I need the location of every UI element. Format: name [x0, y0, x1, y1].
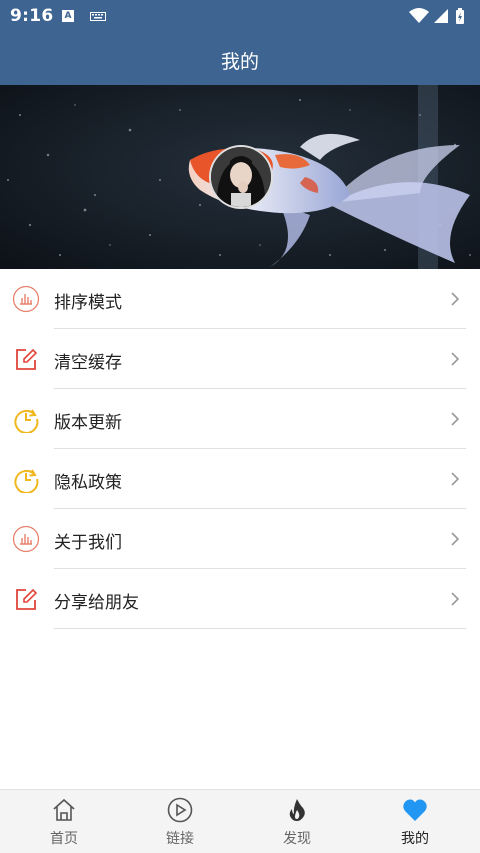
bar-chart-icon	[12, 285, 40, 313]
avatar-photo	[211, 147, 271, 207]
bar-chart-icon	[12, 525, 40, 553]
signal-icon	[434, 9, 448, 23]
menu-label: 关于我们	[54, 533, 122, 553]
menu-label: 分享给朋友	[54, 593, 139, 613]
heart-icon	[403, 799, 427, 821]
status-indicators	[409, 8, 464, 24]
nav-label: 发现	[283, 831, 311, 847]
keyboard-icon	[90, 12, 106, 21]
nav-label: 我的	[401, 831, 429, 847]
nav-tab-mine[interactable]: 我的	[355, 790, 475, 853]
menu-label: 隐私政策	[54, 473, 122, 493]
app-bar: 我的	[0, 32, 480, 85]
nav-label: 链接	[166, 831, 194, 847]
wifi-icon	[409, 8, 429, 23]
menu-label: 版本更新	[54, 413, 122, 433]
menu-item-sort-mode[interactable]: 排序模式	[0, 269, 480, 329]
edit-icon	[16, 348, 38, 370]
menu-item-privacy-policy[interactable]: 隐私政策	[0, 449, 480, 509]
bottom-navigation: 首页 链接 发现 我的	[0, 789, 480, 853]
chevron-right-icon	[451, 292, 460, 306]
nav-label: 首页	[50, 831, 78, 847]
battery-icon	[456, 8, 464, 24]
menu-label: 排序模式	[54, 293, 122, 313]
chevron-right-icon	[451, 412, 460, 426]
settings-menu: 排序模式 清空缓存 版本更新 隐私政策 关于我们 分享给朋友	[0, 269, 480, 629]
menu-item-about-us[interactable]: 关于我们	[0, 509, 480, 569]
nav-tab-home[interactable]: 首页	[4, 790, 124, 853]
status-bar: 9:16 A	[0, 0, 480, 32]
page-title: 我的	[220, 51, 259, 73]
status-time: 9:16	[10, 6, 54, 26]
chevron-right-icon	[451, 532, 460, 546]
chevron-right-icon	[451, 592, 460, 606]
flame-icon	[289, 799, 305, 821]
menu-item-version-update[interactable]: 版本更新	[0, 389, 480, 449]
nav-tab-links[interactable]: 链接	[120, 790, 240, 853]
edit-icon	[16, 588, 38, 610]
home-icon	[53, 798, 75, 821]
clock-refresh-icon	[14, 409, 39, 433]
chevron-right-icon	[451, 352, 460, 366]
avatar[interactable]	[209, 145, 273, 209]
profile-banner	[0, 85, 480, 269]
input-method-icon: A	[62, 10, 74, 22]
menu-item-clear-cache[interactable]: 清空缓存	[0, 329, 480, 389]
clock-refresh-icon	[14, 469, 39, 493]
nav-tab-discover[interactable]: 发现	[237, 790, 357, 853]
play-circle-icon	[167, 797, 193, 823]
menu-label: 清空缓存	[54, 353, 122, 373]
chevron-right-icon	[451, 472, 460, 486]
menu-item-share[interactable]: 分享给朋友	[0, 569, 480, 629]
divider	[54, 628, 466, 629]
